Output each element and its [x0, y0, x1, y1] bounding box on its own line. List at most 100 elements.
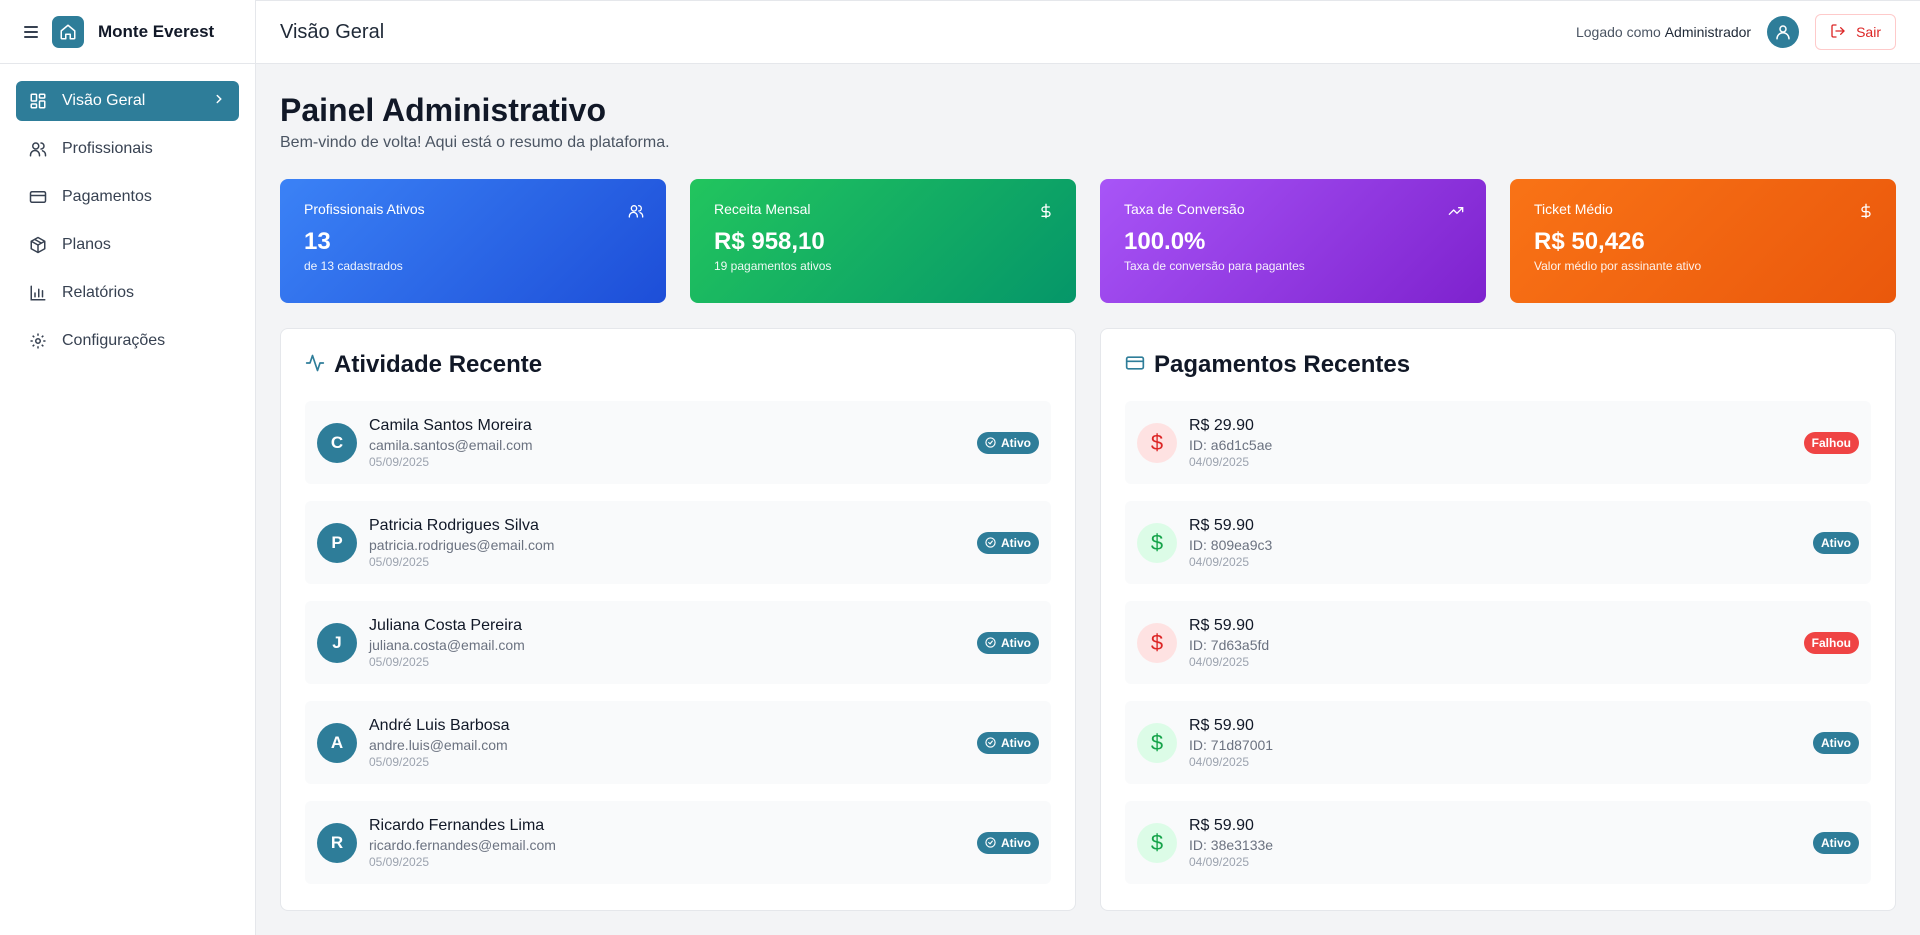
- status-badge: Falhou: [1803, 631, 1859, 654]
- payment-amount: R$ 29.90: [1189, 416, 1254, 434]
- stat-label: Taxa de Conversão: [1124, 201, 1245, 217]
- list-item[interactable]: $ R$ 59.90 ID: 809ea9c3 04/09/2025 Ativo: [1125, 501, 1871, 584]
- list-item[interactable]: R Ricardo Fernandes Lima ricardo.fernand…: [305, 801, 1051, 884]
- stat-card-profissionais: Profissionais Ativos 13 de 13 cadastrado…: [280, 179, 666, 303]
- user-name: Ricardo Fernandes Lima: [369, 816, 545, 834]
- sidebar-item-pagamentos[interactable]: Pagamentos: [16, 177, 239, 217]
- stat-desc: de 13 cadastrados: [304, 259, 403, 273]
- list-item[interactable]: C Camila Santos Moreira camila.santos@em…: [305, 401, 1051, 484]
- brand-bar: Monte Everest: [0, 0, 255, 64]
- stat-desc: 19 pagamentos ativos: [714, 259, 832, 273]
- logged-user: Administrador: [1664, 24, 1752, 40]
- stat-desc: Valor médio por assinante ativo: [1534, 259, 1702, 273]
- list-item[interactable]: $ R$ 29.90 ID: a6d1c5ae 04/09/2025 Falho…: [1125, 401, 1871, 484]
- status-label: Ativo: [1001, 835, 1031, 850]
- payment-date: 04/09/2025: [1189, 554, 1250, 569]
- payments-title: Pagamentos Recentes: [1154, 351, 1411, 378]
- settings-icon: [29, 332, 47, 350]
- check-circle-icon: [985, 737, 996, 748]
- payment-id: ID: 38e3133e: [1189, 836, 1274, 853]
- sidebar-item-planos[interactable]: Planos: [16, 225, 239, 265]
- user-name: Patricia Rodrigues Silva: [369, 516, 539, 534]
- user-avatar-icon[interactable]: [1767, 16, 1800, 48]
- top-header: Visão Geral Logado como Administrador Sa…: [256, 0, 1920, 64]
- list-item[interactable]: $ R$ 59.90 ID: 71d87001 04/09/2025 Ativo: [1125, 701, 1871, 784]
- trending-up-icon: [1448, 203, 1464, 224]
- status-badge: Ativo: [977, 531, 1039, 554]
- package-icon: [29, 236, 47, 254]
- sidebar-item-visao-geral[interactable]: Visão Geral: [16, 81, 239, 121]
- sidebar: Monte Everest Visão Geral Profissionais …: [0, 0, 256, 935]
- stats-row: Profissionais Ativos 13 de 13 cadastrado…: [280, 179, 1896, 303]
- sidebar-item-label: Planos: [62, 236, 111, 253]
- header-right: Logado como Administrador Sair: [1576, 14, 1896, 50]
- sidebar-item-relatorios[interactable]: Relatórios: [16, 273, 239, 313]
- avatar: J: [317, 622, 357, 663]
- list-item[interactable]: P Patricia Rodrigues Silva patricia.rodr…: [305, 501, 1051, 584]
- user-email: andre.luis@email.com: [369, 736, 508, 753]
- user-email: ricardo.fernandes@email.com: [369, 836, 556, 853]
- bar-chart-icon: [29, 284, 47, 302]
- payment-date: 04/09/2025: [1189, 454, 1250, 469]
- avatar: C: [317, 422, 357, 463]
- brand-name[interactable]: Monte Everest: [98, 22, 214, 42]
- dashboard-icon: [29, 92, 47, 110]
- activity-date: 05/09/2025: [369, 754, 430, 769]
- activity-header: Atividade Recente: [305, 351, 1051, 378]
- stat-value: R$ 50,426: [1534, 228, 1645, 255]
- stat-label: Receita Mensal: [714, 201, 811, 217]
- payment-amount: R$ 59.90: [1189, 516, 1254, 534]
- dollar-icon: $: [1137, 522, 1177, 563]
- logout-button[interactable]: Sair: [1815, 14, 1896, 50]
- credit-card-icon: [29, 188, 47, 206]
- sidebar-item-label: Configurações: [62, 332, 166, 349]
- status-badge: Falhou: [1803, 431, 1859, 454]
- stat-value: R$ 958,10: [714, 228, 825, 255]
- sidebar-item-label: Pagamentos: [62, 188, 152, 205]
- users-icon: [628, 203, 644, 224]
- user-email: patricia.rodrigues@email.com: [369, 536, 555, 553]
- dollar-icon: [1038, 203, 1054, 224]
- status-badge: Ativo: [977, 731, 1039, 754]
- stat-value: 13: [304, 228, 331, 255]
- list-item[interactable]: $ R$ 59.90 ID: 38e3133e 04/09/2025 Ativo: [1125, 801, 1871, 884]
- avatar: A: [317, 722, 357, 763]
- payment-amount: R$ 59.90: [1189, 616, 1254, 634]
- dollar-icon: $: [1137, 822, 1177, 863]
- list-item[interactable]: J Juliana Costa Pereira juliana.costa@em…: [305, 601, 1051, 684]
- stat-label: Ticket Médio: [1534, 201, 1613, 217]
- avatar: R: [317, 822, 357, 863]
- status-label: Ativo: [1001, 435, 1031, 450]
- status-badge: Ativo: [1813, 531, 1859, 554]
- dollar-icon: [1858, 203, 1874, 224]
- list-item[interactable]: $ R$ 59.90 ID: 7d63a5fd 04/09/2025 Falho…: [1125, 601, 1871, 684]
- home-logo-icon[interactable]: [52, 15, 84, 48]
- payment-id: ID: 71d87001: [1189, 736, 1274, 753]
- activity-title: Atividade Recente: [334, 351, 543, 378]
- dollar-icon: $: [1137, 722, 1177, 763]
- users-icon: [29, 140, 47, 158]
- main-content: Painel Administrativo Bem-vindo de volta…: [256, 64, 1920, 935]
- menu-icon[interactable]: [24, 25, 38, 38]
- payment-amount: R$ 59.90: [1189, 716, 1254, 734]
- panels: Atividade Recente C Camila Santos Moreir…: [280, 328, 1896, 911]
- dollar-icon: $: [1137, 422, 1177, 463]
- activity-icon: [305, 353, 325, 378]
- payment-date: 04/09/2025: [1189, 854, 1250, 869]
- stat-card-receita: Receita Mensal R$ 958,10 19 pagamentos a…: [690, 179, 1076, 303]
- logged-prefix: Logado como: [1575, 24, 1661, 40]
- status-badge: Ativo: [977, 831, 1039, 854]
- sidebar-item-configuracoes[interactable]: Configurações: [16, 321, 239, 361]
- logged-in-label: Logado como Administrador: [1576, 24, 1751, 40]
- list-item[interactable]: A André Luis Barbosa andre.luis@email.co…: [305, 701, 1051, 784]
- stat-desc: Taxa de conversão para pagantes: [1124, 259, 1305, 273]
- status-badge: Ativo: [1813, 831, 1859, 854]
- activity-panel: Atividade Recente C Camila Santos Moreir…: [280, 328, 1076, 911]
- status-label: Ativo: [1001, 535, 1031, 550]
- check-circle-icon: [985, 437, 996, 448]
- status-badge: Ativo: [977, 431, 1039, 454]
- sidebar-nav: Visão Geral Profissionais Pagamentos Pla…: [0, 64, 255, 378]
- activity-date: 05/09/2025: [369, 454, 430, 469]
- chevron-right-icon: [212, 92, 226, 111]
- sidebar-item-profissionais[interactable]: Profissionais: [16, 129, 239, 169]
